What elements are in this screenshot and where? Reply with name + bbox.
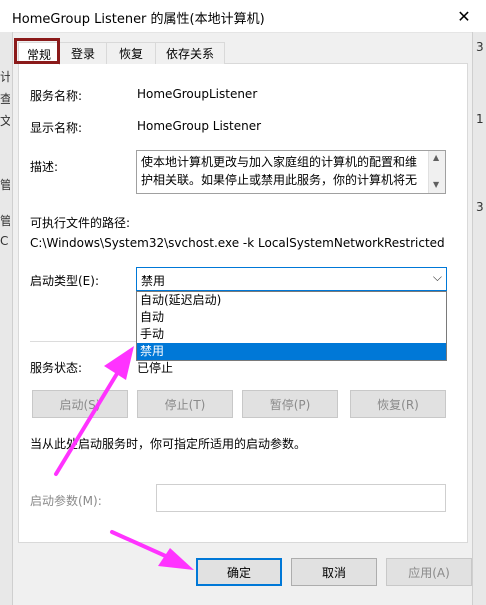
annotation-arrows <box>54 346 194 570</box>
annotation-arrow-to-ok <box>110 530 194 570</box>
annotation-arrow-to-dropdown <box>54 346 134 476</box>
